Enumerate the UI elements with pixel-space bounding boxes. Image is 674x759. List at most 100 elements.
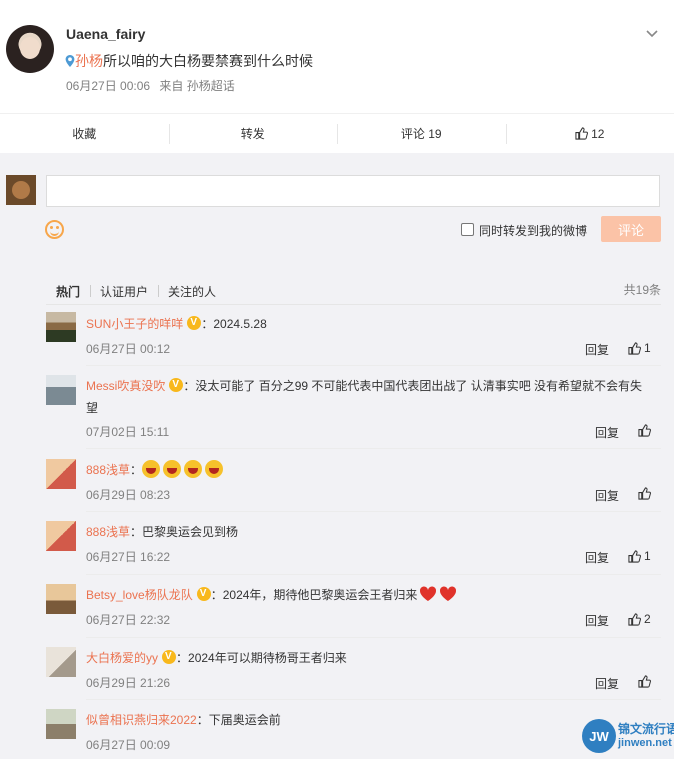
tab-following[interactable]: 关注的人 [158,283,226,300]
thumbs-up-icon [638,675,651,688]
commenter-name[interactable]: Betsy_love杨队龙队 [86,588,193,602]
forward-checkbox[interactable] [461,223,474,236]
comment-text: 2024年，期待他巴黎奥运会王者归来 [222,588,418,602]
commenter-avatar[interactable] [46,375,76,405]
thumbs-up-icon [628,612,641,626]
reply-button[interactable]: 回复 [595,424,619,441]
reply-button[interactable]: 回复 [585,549,609,566]
reply-button[interactable]: 回复 [595,675,619,692]
vip-badge-icon [196,587,211,601]
emoji-icon[interactable] [45,220,64,239]
comment-filter-tabs: 热门 认证用户 关注的人 [46,281,661,301]
topic-link[interactable]: 孙杨 [65,53,103,69]
comment-body: 888浅草： [86,459,654,481]
divider [46,304,661,305]
comment-like-button[interactable] [638,424,654,437]
comment-like-button[interactable] [638,675,654,688]
reply-button[interactable]: 回复 [595,487,619,504]
divider [86,511,661,512]
commenter-avatar[interactable] [46,459,76,489]
post-meta: 06月27日 00:06 来自 孙杨超话 [66,77,241,94]
commenter-avatar[interactable] [46,584,76,614]
comment-separator: ： [210,588,223,602]
comment-time: 06月27日 00:09 [86,738,171,752]
post-actions: 收藏 转发 评论 19 12 [0,113,674,153]
comment-separator: ： [183,379,196,393]
comment-text: 巴黎奥运会见到杨 [142,525,239,539]
comment-separator: ： [201,317,214,331]
heart-emoji-icon [440,586,457,601]
comment-body: Messi吹真没吹：没太可能了 百分之99 不可能代表中国代表团出战了 认清事实… [86,375,654,419]
post-time[interactable]: 06月27日 00:06 [66,79,150,93]
favorite-button[interactable]: 收藏 [0,114,169,153]
reply-button[interactable]: 回复 [585,612,609,629]
comment-like-count: 2 [644,612,651,626]
thumbs-up-icon [575,127,589,140]
thumbs-up-icon [638,424,651,437]
comment-button[interactable]: 评论 19 [337,114,506,153]
location-pin-icon [65,55,75,67]
comment-separator: ： [176,651,189,665]
commenter-name[interactable]: 似曾相识燕归来2022 [86,713,197,727]
post-author-name[interactable]: Uaena_fairy [66,26,145,42]
comment-body: SUN小王子的咩咩 ：2024.5.28 [86,313,654,335]
submit-comment-button[interactable]: 评论 [601,216,661,242]
tab-verified[interactable]: 认证用户 [90,283,158,300]
laughing-emoji-icon [163,460,182,478]
comment-text: 2024.5.28 [213,317,267,331]
divider [86,574,661,575]
comment-time: 06月27日 00:12 [86,342,171,356]
divider [86,448,661,449]
comment-like-button[interactable]: 1 [628,341,651,355]
commenter-avatar[interactable] [46,521,76,551]
commenter-name[interactable]: SUN小王子的咩咩 [86,317,183,331]
laughing-emoji-icon [184,460,203,478]
comment-input[interactable] [46,175,660,207]
laughing-emoji-icon [142,460,161,478]
commenter-name[interactable]: 大白杨爱的yy [86,651,158,665]
tab-hot[interactable]: 热门 [46,283,90,300]
comment-like-button[interactable]: 2 [628,612,651,626]
commenter-avatar[interactable] [46,709,76,739]
forward-checkbox-label[interactable]: 同时转发到我的微博 [479,222,587,239]
comment-time: 06月29日 08:23 [86,488,171,502]
comment-text: 下届奥运会前 [208,713,281,727]
post-content: 孙杨所以咱的大白杨要禁赛到什么时候 [65,51,313,71]
post-source[interactable]: 来自 孙杨超话 [159,79,234,93]
forward-button[interactable]: 转发 [168,114,338,153]
thumbs-up-icon [628,549,641,563]
post-text: 所以咱的大白杨要禁赛到什么时候 [103,53,313,69]
vip-badge-icon [169,378,184,392]
commenter-avatar[interactable] [46,312,76,342]
reply-button[interactable]: 回复 [585,341,609,358]
commenter-avatar[interactable] [46,647,76,677]
post-card: Uaena_fairy 孙杨所以咱的大白杨要禁赛到什么时候 06月27日 00:… [0,0,674,153]
thumbs-up-icon [638,487,651,500]
comment-like-count: 1 [644,341,651,355]
comment-like-count: 1 [644,549,651,563]
comment-body: 似曾相识燕归来2022：下届奥运会前 [86,709,654,731]
commenter-name[interactable]: 888浅草 [86,463,130,477]
comment-body: Betsy_love杨队龙队 ：2024年，期待他巴黎奥运会王者归来 [86,584,654,606]
watermark-url: jinwen.net [618,737,672,749]
like-button[interactable]: 12 [505,114,674,153]
comment-time: 06月27日 22:32 [86,613,171,627]
comment-like-button[interactable] [638,487,654,500]
comment-time: 06月29日 21:26 [86,676,171,690]
comment-separator: ： [130,463,143,477]
comment-label: 评论 19 [400,127,442,141]
watermark: JW 锦文流行语 jinwen.net [580,716,674,759]
comment-body: 888浅草：巴黎奥运会见到杨 [86,521,654,543]
vip-badge-icon [162,650,177,664]
like-count: 12 [591,126,605,141]
divider [86,365,661,366]
topic-label: 孙杨 [75,53,103,69]
commenter-name[interactable]: Messi吹真没吹 [86,379,165,393]
chevron-down-icon[interactable] [646,27,658,39]
comment-time: 07月02日 15:11 [86,425,170,439]
commenter-name[interactable]: 888浅草 [86,525,130,539]
comment-like-button[interactable]: 1 [628,549,651,563]
post-author-avatar[interactable] [6,25,54,73]
comment-separator: ： [196,713,209,727]
current-user-avatar [6,175,36,205]
